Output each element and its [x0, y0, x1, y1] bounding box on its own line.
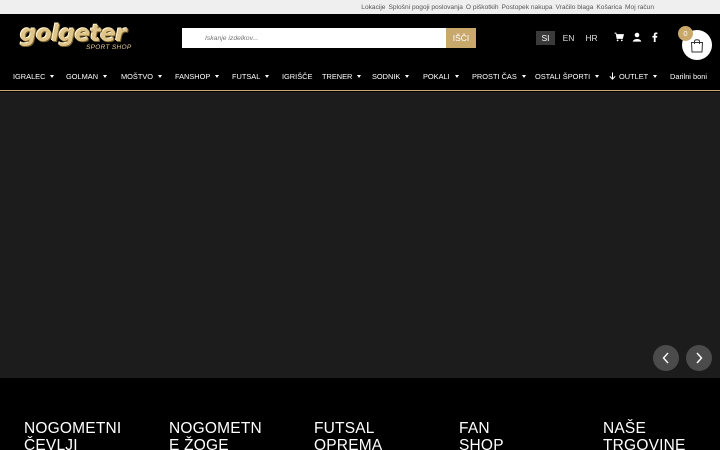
top-link-vracilo[interactable]: Vračilo blaga	[556, 4, 594, 11]
nav-item-futsal[interactable]: FUTSAL	[232, 61, 270, 91]
nav-item-pokali[interactable]: POKALI	[423, 61, 459, 91]
nav-label: FUTSAL	[232, 71, 261, 81]
caret-down-icon	[265, 74, 270, 78]
nav-item-trener[interactable]: TRENER	[322, 61, 362, 91]
category-title-line: E ŽOGE	[169, 437, 229, 450]
nav-item-darilni-boni[interactable]: Darilni boni	[670, 61, 707, 91]
nav-label: TRENER	[322, 71, 353, 81]
cart-icon[interactable]	[614, 32, 624, 42]
caret-down-icon	[158, 74, 163, 78]
search-button[interactable]: IŠČI	[446, 28, 476, 48]
nav-label: OUTLET	[619, 71, 649, 81]
main-nav: IGRALEC GOLMAN MOŠTVO FANSHOP FUTSAL IGR…	[0, 61, 720, 91]
nav-label: Darilni boni	[670, 71, 707, 81]
shopping-bag-icon	[690, 38, 704, 52]
category-title-line: NOGOMETN	[169, 420, 262, 437]
category-title-line: FUTSAL	[314, 420, 375, 437]
category-title-line: NOGOMETNI	[24, 420, 122, 437]
nav-item-mostvo[interactable]: MOŠTVO	[121, 61, 163, 91]
caret-down-icon	[357, 74, 362, 78]
top-links: Lokacije Splošni pogoji poslovanja O piš…	[361, 0, 654, 14]
nav-label: GOLMAN	[66, 71, 99, 81]
nav-item-sodnik[interactable]: SODNIK	[372, 61, 410, 91]
lang-hr[interactable]: HR	[582, 31, 601, 45]
nav-label: POKALI	[423, 71, 450, 81]
top-link-kosarica[interactable]: Košarica	[596, 4, 622, 11]
top-link-moj-racun[interactable]: Moj račun	[625, 4, 654, 11]
nav-label: IGRIŠČE	[282, 71, 313, 81]
nav-item-fanshop[interactable]: FANSHOP	[175, 61, 220, 91]
lang-si[interactable]: SI	[536, 31, 555, 45]
caret-down-icon	[521, 74, 526, 78]
nav-label: IGRALEC	[13, 71, 46, 81]
caret-down-icon	[215, 74, 220, 78]
user-icon[interactable]	[632, 32, 642, 42]
top-link-piskotki[interactable]: O piškotkih	[466, 4, 499, 11]
category-title-line: ČEVLJI	[24, 437, 78, 450]
category-title-line: SHOP	[459, 437, 504, 450]
arrow-down-icon	[609, 72, 616, 80]
top-link-postopek[interactable]: Postopek nakupa	[502, 4, 553, 11]
nav-label: PROSTI ČAS	[472, 71, 517, 81]
nav-item-igrisce[interactable]: IGRIŠČE	[282, 61, 312, 91]
nav-label: OSTALI ŠPORTI	[535, 71, 591, 81]
nav-item-igralec[interactable]: IGRALEC	[13, 61, 55, 91]
nav-item-golman[interactable]: GOLMAN	[66, 61, 108, 91]
caret-down-icon	[653, 74, 658, 78]
top-link-lokacije[interactable]: Lokacije	[361, 4, 385, 11]
category-title-line: OPREMA	[314, 437, 383, 450]
caret-down-icon	[405, 74, 410, 78]
facebook-icon[interactable]	[650, 32, 660, 42]
nav-item-ostali-sporti[interactable]: OSTALI ŠPORTI	[535, 61, 600, 91]
category-nogometni-cevlji[interactable]: NOGOMETNI ČEVLJI	[24, 420, 124, 450]
category-section: NOGOMETNI ČEVLJI NOGOMETN E ŽOGE FUTSAL …	[0, 378, 720, 450]
nav-label: FANSHOP	[175, 71, 211, 81]
language-switcher: SI EN HR	[536, 31, 601, 45]
category-nogometne-zoge[interactable]: NOGOMETN E ŽOGE	[169, 420, 269, 450]
slider-next-button[interactable]	[686, 345, 712, 371]
category-title-line: TRGOVINE	[603, 437, 686, 450]
top-utility-bar: Lokacije Splošni pogoji poslovanja O piš…	[0, 0, 720, 14]
cart-count-badge: 0	[678, 26, 693, 41]
category-fan-shop[interactable]: FAN SHOP	[459, 420, 559, 450]
top-link-pogoji[interactable]: Splošni pogoji poslovanja	[388, 4, 462, 11]
caret-down-icon	[103, 74, 108, 78]
site-header: golgeter SPORT SHOP IŠČI SI EN HR 0	[0, 14, 720, 61]
nav-item-prosti-cas[interactable]: PROSTI ČAS	[472, 61, 526, 91]
header-icons	[614, 32, 660, 42]
chevron-right-icon	[696, 352, 703, 364]
category-futsal-oprema[interactable]: FUTSAL OPREMA	[314, 420, 414, 450]
category-title-line: FAN	[459, 420, 490, 437]
nav-label: MOŠTVO	[121, 71, 154, 81]
lang-en[interactable]: EN	[559, 31, 578, 45]
category-nase-trgovine[interactable]: NAŠE TRGOVINE	[603, 420, 703, 450]
search-input[interactable]	[182, 28, 446, 48]
category-title-line: NAŠE	[603, 420, 647, 437]
hero-slider	[0, 92, 720, 378]
caret-down-icon	[454, 74, 459, 78]
site-logo[interactable]: golgeter SPORT SHOP	[20, 21, 152, 53]
logo-subtitle: SPORT SHOP	[86, 44, 132, 51]
caret-down-icon	[50, 74, 55, 78]
caret-down-icon	[595, 74, 600, 78]
slider-prev-button[interactable]	[653, 345, 679, 371]
nav-item-outlet[interactable]: OUTLET	[609, 61, 658, 91]
chevron-left-icon	[662, 352, 669, 364]
search-bar: IŠČI	[182, 28, 476, 48]
nav-label: SODNIK	[372, 71, 401, 81]
